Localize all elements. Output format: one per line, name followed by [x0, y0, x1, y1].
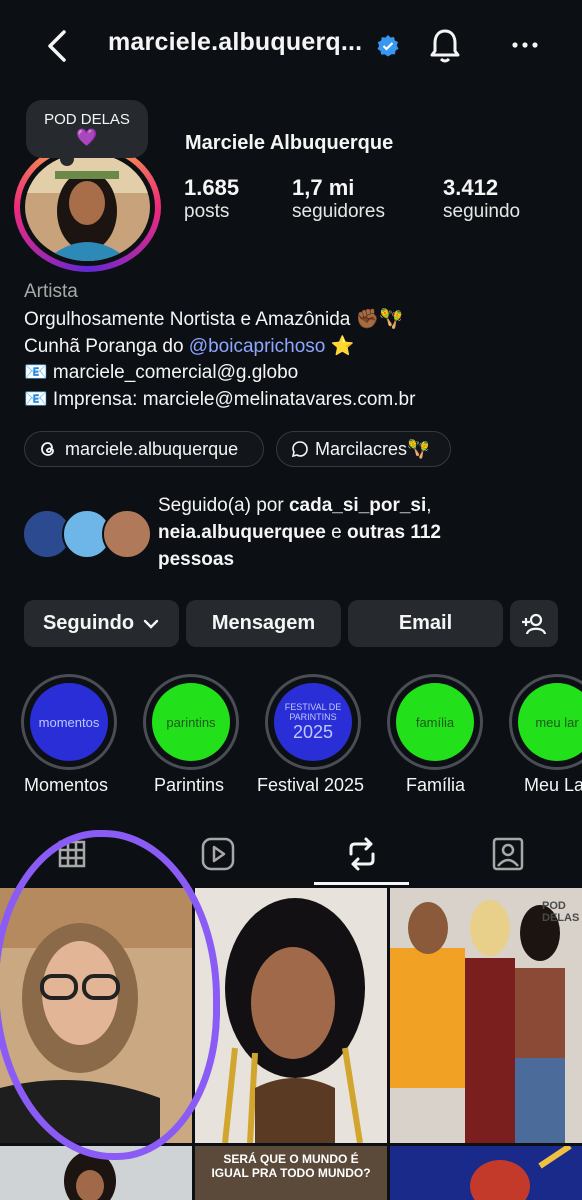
verified-badge-icon	[377, 35, 399, 57]
stat-posts[interactable]: 1.685 posts	[184, 175, 239, 223]
highlight-cover: parintins	[152, 683, 230, 761]
chip-label: Marcilacres🪇	[315, 438, 430, 459]
separator: ,	[426, 495, 432, 516]
post-tile[interactable]: POD DELAS	[390, 888, 582, 1143]
profile-category: Artista	[24, 281, 78, 302]
post-image	[390, 1146, 582, 1200]
stat-value: 1,7 mi	[292, 175, 355, 200]
highlight-festival[interactable]: FESTIVAL DE PARINTINS 2025	[265, 674, 361, 770]
chip-label: marciele.albuquerque	[65, 438, 239, 459]
display-name: Marciele Albuquerque	[185, 132, 394, 154]
follower-avatar	[102, 509, 152, 559]
channel-chip[interactable]: Marcilacres🪇	[276, 431, 451, 467]
highlight-label: Festival 2025	[257, 775, 365, 795]
top-bar: marciele.albuquerq...	[0, 0, 582, 95]
bell-icon[interactable]	[425, 24, 465, 68]
avatar-photo	[25, 153, 150, 261]
following-button[interactable]: Seguindo	[24, 600, 179, 647]
follower-name: cada_si_por_si	[288, 495, 427, 516]
highlight-cover-text: FESTIVAL DE PARINTINS	[284, 701, 342, 722]
followed-by-text[interactable]: Seguido(a) por cada_si_por_si, neia.albu…	[158, 492, 568, 573]
highlight-label: Meu La	[524, 775, 582, 795]
tagged-icon[interactable]	[488, 834, 528, 874]
email-button[interactable]: Email	[348, 600, 503, 647]
highlight-label: Família	[406, 775, 466, 795]
reels-icon[interactable]	[198, 834, 238, 874]
highlight-cover: família	[396, 683, 474, 761]
stat-value: 3.412	[443, 175, 499, 200]
highlight-cover: FESTIVAL DE PARINTINS 2025	[274, 683, 352, 761]
highlight-ring: FESTIVAL DE PARINTINS 2025	[265, 674, 361, 770]
avatar[interactable]	[25, 153, 150, 261]
post-image	[195, 888, 387, 1143]
followed-end: pessoas	[158, 549, 235, 570]
post-caption: POD DELAS	[542, 900, 580, 924]
highlight-label: Momentos	[24, 775, 109, 795]
more-horizontal-icon[interactable]	[510, 35, 540, 55]
followed-prefix: Seguido(a) por	[158, 495, 289, 516]
email-label: Email	[398, 612, 453, 634]
highlight-familia[interactable]: família	[387, 674, 483, 770]
conjunction: e	[325, 522, 347, 543]
active-tab-indicator	[314, 882, 409, 885]
highlight-cover: meu lar	[518, 683, 582, 761]
stat-following[interactable]: 3.412 seguindo	[443, 175, 520, 223]
bio-text: Cunhã Poranga do	[24, 336, 189, 357]
note-text: POD DELAS	[44, 111, 130, 128]
chevron-left-icon[interactable]	[40, 24, 76, 68]
others-count: outras 112	[347, 522, 441, 543]
highlight-ring: meu lar	[509, 674, 582, 770]
highlight-momentos[interactable]: momentos	[21, 674, 117, 770]
highlight-ring: momentos	[21, 674, 117, 770]
profile-username: marciele.albuquerq...	[108, 28, 363, 56]
reposts-icon[interactable]	[342, 834, 382, 874]
highlight-cover: momentos	[30, 683, 108, 761]
add-person-icon	[522, 613, 547, 634]
threads-chip[interactable]: marciele.albuquerque	[24, 431, 264, 467]
bio-email[interactable]: 📧 marciele_comercial@g.globo	[24, 360, 298, 384]
post-tile[interactable]	[390, 1146, 582, 1200]
stat-label: seguindo	[443, 201, 521, 222]
post-tile[interactable]	[195, 888, 387, 1143]
highlight-ring: parintins	[143, 674, 239, 770]
post-caption: SERÁ QUE O MUNDO É IGUAL PRA TODO MUNDO?	[211, 1152, 371, 1180]
note-emoji: 💜	[76, 128, 98, 147]
following-label: Seguindo	[42, 612, 135, 634]
stat-followers[interactable]: 1,7 mi seguidores	[292, 175, 385, 223]
highlight-meu-lar[interactable]: meu lar	[509, 674, 582, 770]
bio-line: Cunhã Poranga do @boicaprichoso ⭐	[24, 334, 354, 358]
highlight-ring: família	[387, 674, 483, 770]
bio-text: ⭐	[325, 336, 355, 357]
stat-value: 1.685	[184, 175, 240, 200]
stat-label: seguidores	[292, 201, 385, 222]
post-tile[interactable]: SERÁ QUE O MUNDO É IGUAL PRA TODO MUNDO?	[195, 1146, 387, 1200]
stat-label: posts	[184, 201, 230, 222]
chat-icon	[291, 441, 308, 458]
highlight-label: Parintins	[154, 775, 225, 795]
note-bubble[interactable]: POD DELAS 💜	[26, 100, 148, 158]
threads-icon	[41, 442, 54, 456]
annotation-circle	[0, 830, 220, 1160]
add-person-button[interactable]	[510, 600, 558, 647]
bio-line: Orgulhosamente Nortista e Amazônida ✊🏾🪇	[24, 309, 403, 330]
highlight-cover-year: 2025	[292, 721, 334, 742]
bio-press-email[interactable]: 📧 Imprensa: marciele@melinatavares.com.b…	[24, 387, 415, 411]
mention-link[interactable]: @boicaprichoso	[189, 336, 326, 357]
message-label: Mensagem	[211, 612, 316, 634]
note-tail	[60, 152, 74, 166]
follower-name: neia.albuquerquee	[158, 522, 326, 543]
highlight-parintins[interactable]: parintins	[143, 674, 239, 770]
chevron-down-icon	[143, 619, 159, 629]
post-image	[390, 888, 582, 1143]
message-button[interactable]: Mensagem	[186, 600, 341, 647]
